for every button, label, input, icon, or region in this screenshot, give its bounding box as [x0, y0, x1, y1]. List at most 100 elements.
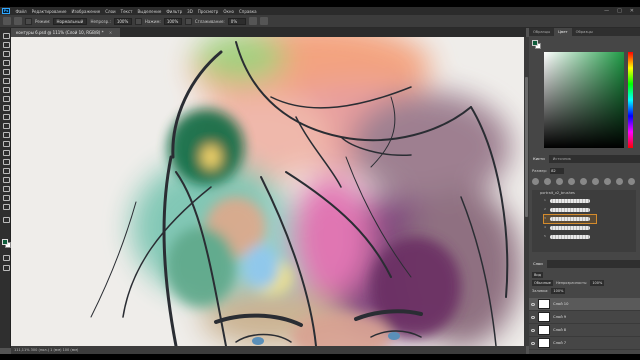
menu-help[interactable]: Справка — [236, 9, 259, 14]
layer-row[interactable]: Слой 8 — [529, 324, 640, 337]
move-icon[interactable] — [2, 32, 10, 39]
brush-size-label: Размер: — [532, 169, 548, 173]
type-icon[interactable] — [2, 167, 10, 174]
zoom-icon[interactable] — [2, 203, 10, 210]
scrollbar-thumb[interactable] — [525, 77, 528, 217]
brush-tool-preset-icon[interactable] — [3, 17, 11, 25]
eraser-icon[interactable] — [2, 122, 10, 129]
menu-filter[interactable]: Фильтр — [164, 9, 185, 14]
tab-brushes[interactable]: Кисти — [529, 155, 549, 163]
eyedropper-icon[interactable] — [2, 77, 10, 84]
brush-preset[interactable]: 2 — [544, 206, 596, 214]
pen-icon[interactable] — [2, 158, 10, 165]
quick-select-icon[interactable] — [2, 59, 10, 66]
stamp-icon[interactable] — [2, 104, 10, 111]
gradient-icon[interactable] — [2, 131, 10, 138]
brush-tip-thumb[interactable] — [532, 178, 539, 185]
foreground-color-swatch[interactable] — [2, 239, 8, 245]
crop-icon[interactable] — [2, 68, 10, 75]
menu-select[interactable]: Выделение — [135, 9, 164, 14]
screen-mode-icon[interactable] — [2, 264, 10, 271]
opacity-pressure-toggle[interactable] — [134, 17, 142, 25]
options-bar: Режим: Нормальный Непрозр.: 100% Нажим: … — [0, 15, 640, 28]
eye-icon[interactable] — [531, 302, 535, 306]
brush-stroke-preview — [550, 217, 590, 221]
tool-bar — [0, 28, 11, 348]
tab-color[interactable]: Цвет — [554, 28, 572, 36]
brush-folder[interactable]: portrait_v2_brushes — [532, 190, 636, 196]
panel-foreground-swatch[interactable] — [532, 40, 538, 46]
tab-clone-source[interactable]: Источник — [549, 155, 575, 163]
layer-opacity-field[interactable]: 100% — [590, 280, 605, 286]
menu-view[interactable]: Просмотр — [195, 9, 221, 14]
brush-picker-icon[interactable] — [14, 17, 22, 25]
close-window-button[interactable]: ✕ — [630, 8, 634, 14]
healing-icon[interactable] — [2, 86, 10, 93]
brush-tip-thumb[interactable] — [580, 178, 587, 185]
tab-swatches-top[interactable]: Образцы — [529, 28, 554, 36]
layer-row[interactable]: Слой 10 — [529, 298, 640, 311]
eye-icon[interactable] — [531, 341, 535, 345]
shape-icon[interactable] — [2, 185, 10, 192]
brush-tip-thumb[interactable] — [604, 178, 611, 185]
tab-layers[interactable]: Слои — [529, 260, 547, 268]
eye-icon[interactable] — [531, 315, 535, 319]
close-tab-icon[interactable]: × — [109, 30, 112, 35]
minimize-button[interactable]: — — [604, 8, 609, 14]
path-select-icon[interactable] — [2, 176, 10, 183]
layer-thumbnail — [538, 325, 550, 335]
brush-preset[interactable]: 1 — [544, 197, 596, 205]
brush-settings-toggle[interactable] — [25, 17, 32, 25]
airbrush-toggle[interactable] — [184, 17, 192, 25]
quick-mask-icon[interactable] — [2, 254, 10, 261]
menu-edit[interactable]: Редактирование — [29, 9, 69, 14]
brush-tip-thumb[interactable] — [568, 178, 575, 185]
brush-preset[interactable]: 4 — [544, 224, 596, 232]
mode-select[interactable]: Нормальный — [53, 17, 88, 25]
history-brush-icon[interactable] — [2, 113, 10, 120]
blur-icon[interactable] — [2, 140, 10, 147]
menu-image[interactable]: Изображение — [69, 9, 103, 14]
hue-slider[interactable] — [628, 52, 633, 148]
smoothing-settings-icon[interactable] — [248, 17, 257, 25]
hand-icon[interactable] — [2, 194, 10, 201]
layers-panel-tabs: Слои — [529, 260, 640, 268]
menu-window[interactable]: Окно — [221, 9, 237, 14]
pressure-field[interactable]: 100% — [163, 17, 182, 25]
blend-mode-select[interactable]: Обычные — [532, 280, 553, 286]
brush-tip-thumb[interactable] — [628, 178, 635, 185]
opacity-field[interactable]: 100% — [113, 17, 132, 25]
brush-tip-thumb[interactable] — [544, 178, 551, 185]
dodge-icon[interactable] — [2, 149, 10, 156]
brush-preset-selected[interactable]: 3 — [543, 214, 597, 224]
brush-icon[interactable] — [2, 95, 10, 102]
marquee-icon[interactable] — [2, 41, 10, 48]
brush-tip-thumb[interactable] — [556, 178, 563, 185]
brush-size-field[interactable]: 82 — [550, 168, 565, 174]
brush-tip-thumb[interactable] — [592, 178, 599, 185]
brush-tip-thumb[interactable] — [616, 178, 623, 185]
more-tools-icon[interactable] — [2, 216, 10, 223]
color-picker-field[interactable] — [544, 52, 624, 148]
tab-swatches[interactable]: Образцы — [572, 28, 597, 36]
brush-preset[interactable]: 5 — [544, 233, 596, 241]
maximize-button[interactable]: □ — [617, 8, 622, 14]
eye-icon[interactable] — [531, 328, 535, 332]
layer-thumbnail — [538, 338, 550, 348]
layer-row[interactable]: Слой 7 — [529, 337, 640, 350]
menu-file[interactable]: Файл — [13, 9, 29, 14]
menu-3d[interactable]: 3D — [185, 9, 196, 14]
layer-row[interactable]: Слой 9 — [529, 311, 640, 324]
menu-type[interactable]: Текст — [118, 9, 135, 14]
document-tab[interactable]: контуры 6.psd @ 111% (Слой 10, RGB/8) * … — [11, 28, 121, 37]
layer-name: Слой 10 — [553, 302, 569, 306]
letterbox-bottom — [0, 354, 640, 360]
document-canvas[interactable] — [11, 37, 524, 346]
layer-fill-field[interactable]: 100% — [551, 288, 566, 294]
menu-layers[interactable]: Слои — [103, 9, 118, 14]
smoothing-field[interactable]: 0% — [227, 17, 246, 25]
layer-kind-filter[interactable]: Вид — [532, 272, 544, 278]
symmetry-icon[interactable] — [259, 17, 268, 25]
layer-name: Слой 8 — [553, 328, 567, 332]
lasso-icon[interactable] — [2, 50, 10, 57]
